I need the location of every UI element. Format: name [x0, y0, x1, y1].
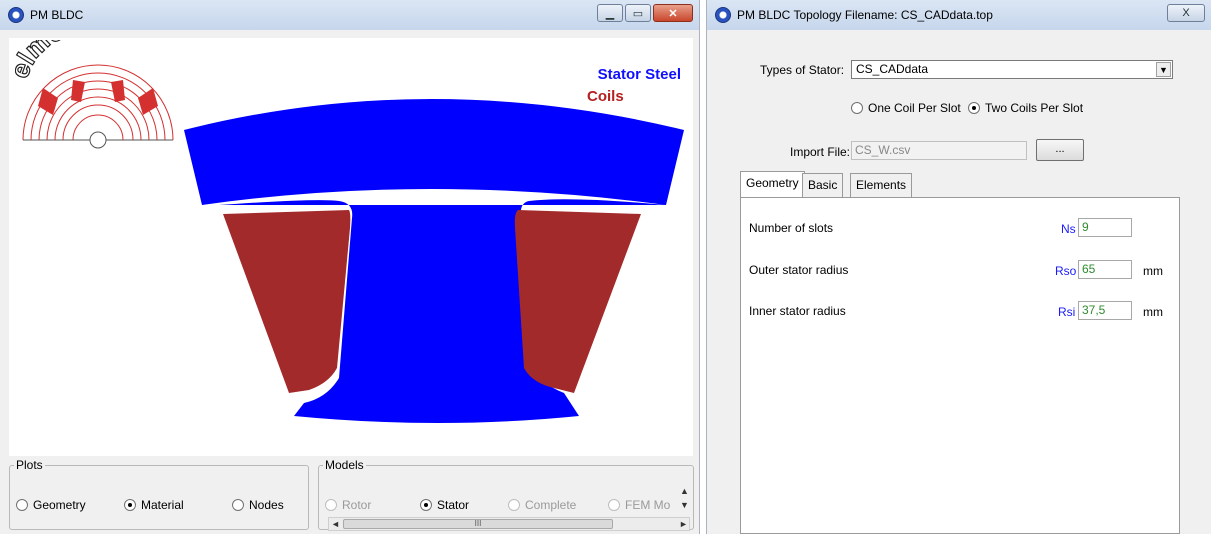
radio-label: Rotor	[342, 498, 372, 512]
models-radio-fem-model[interactable]: FEM Mo	[608, 498, 670, 512]
param-label-outer-stator-radius: Outer stator radius	[749, 263, 849, 277]
app-icon	[8, 7, 24, 23]
one-coil-per-slot-radio[interactable]: One Coil Per Slot	[851, 101, 961, 115]
geometry-tab-panel	[740, 197, 1180, 534]
types-of-stator-select[interactable]: CS_CADdata ▼	[851, 60, 1173, 79]
param-unit-mm: mm	[1143, 264, 1163, 278]
plots-radio-material[interactable]: Material	[124, 498, 184, 512]
maximize-icon: ▭	[632, 7, 644, 20]
window-title: PM BLDC	[30, 8, 84, 22]
radio-dot	[608, 499, 620, 511]
import-file-field[interactable]: CS_W.csv	[851, 141, 1027, 160]
close-button[interactable]: X	[1167, 4, 1205, 22]
param-symbol-rso: Rso	[1055, 264, 1077, 278]
scroll-up-icon[interactable]: ▲	[680, 486, 689, 496]
stator-coil-left	[223, 210, 351, 393]
models-group-label: Models	[325, 458, 364, 472]
radio-label: FEM Mo	[625, 498, 671, 512]
radio-label: Material	[141, 498, 184, 512]
maximize-button[interactable]: ▭	[625, 4, 651, 22]
stator-drawing	[184, 99, 684, 423]
radio-label: Complete	[525, 498, 577, 512]
radio-dot	[968, 102, 980, 114]
types-of-stator-value: CS_CADdata	[856, 62, 929, 76]
plots-radio-nodes[interactable]: Nodes	[232, 498, 284, 512]
browse-button[interactable]: ...	[1036, 139, 1084, 161]
radio-label: Stator	[437, 498, 470, 512]
param-label-inner-stator-radius: Inner stator radius	[749, 304, 846, 318]
close-icon: X	[1182, 7, 1190, 19]
tab-elements[interactable]: Elements	[850, 173, 913, 197]
models-radio-complete[interactable]: Complete	[508, 498, 576, 512]
outer-stator-radius-input[interactable]: 65	[1078, 260, 1132, 279]
title-bar[interactable]: PM BLDC Topology Filename: CS_CADdata.to…	[707, 0, 1211, 30]
radio-dot	[325, 499, 337, 511]
param-symbol-rsi: Rsi	[1058, 305, 1076, 319]
minimize-icon: ▁	[605, 7, 615, 20]
import-file-label: Import File:	[790, 145, 851, 159]
tab-basic[interactable]: Basic	[802, 173, 844, 197]
minimize-button[interactable]: ▁	[597, 4, 623, 22]
param-symbol-ns: Ns	[1061, 222, 1076, 236]
radio-dot	[16, 499, 28, 511]
number-of-slots-input[interactable]: 9	[1078, 218, 1132, 237]
stator-coil-right	[514, 210, 641, 393]
radio-label: Nodes	[249, 498, 284, 512]
plots-group-label: Plots	[16, 458, 43, 472]
param-label-number-of-slots: Number of slots	[749, 221, 834, 235]
models-horizontal-scrollbar[interactable]: ◄ III ►	[328, 517, 690, 531]
types-of-stator-label: Types of Stator:	[760, 63, 845, 77]
two-coils-per-slot-radio[interactable]: Two Coils Per Slot	[968, 101, 1083, 115]
radio-label: One Coil Per Slot	[868, 101, 961, 115]
plots-radio-geometry[interactable]: Geometry	[16, 498, 86, 512]
models-radio-rotor[interactable]: Rotor	[325, 498, 371, 512]
window-title: PM BLDC Topology Filename: CS_CADdata.to…	[737, 8, 993, 22]
app-icon	[715, 7, 731, 23]
scroll-left-icon[interactable]: ◄	[331, 519, 340, 529]
chevron-down-icon[interactable]: ▼	[1156, 62, 1171, 77]
plots-group: Plots	[9, 458, 309, 530]
radio-dot	[508, 499, 520, 511]
inner-stator-radius-input[interactable]: 37,5	[1078, 301, 1132, 320]
radio-label: Geometry	[33, 498, 86, 512]
scroll-thumb[interactable]: III	[343, 519, 613, 529]
radio-dot	[124, 499, 136, 511]
radio-label: Two Coils Per Slot	[985, 101, 1084, 115]
close-icon: ✕	[668, 7, 678, 20]
tab-geometry[interactable]: Geometry	[740, 171, 805, 197]
models-radio-stator[interactable]: Stator	[420, 498, 469, 512]
scroll-right-icon[interactable]: ►	[679, 519, 688, 529]
radio-dot	[232, 499, 244, 511]
plot-canvas: elmoCAD Stator Steel Coils	[9, 38, 693, 456]
scroll-down-icon[interactable]: ▼	[680, 500, 689, 510]
title-bar[interactable]: PM BLDC ▁ ▭ ✕	[0, 0, 699, 30]
close-button[interactable]: ✕	[653, 4, 693, 22]
radio-dot	[420, 499, 432, 511]
radio-dot	[851, 102, 863, 114]
pm-bldc-plot-window: PM BLDC ▁ ▭ ✕ m Stator Steel Coils Plots…	[0, 0, 700, 534]
param-unit-mm: mm	[1143, 305, 1163, 319]
